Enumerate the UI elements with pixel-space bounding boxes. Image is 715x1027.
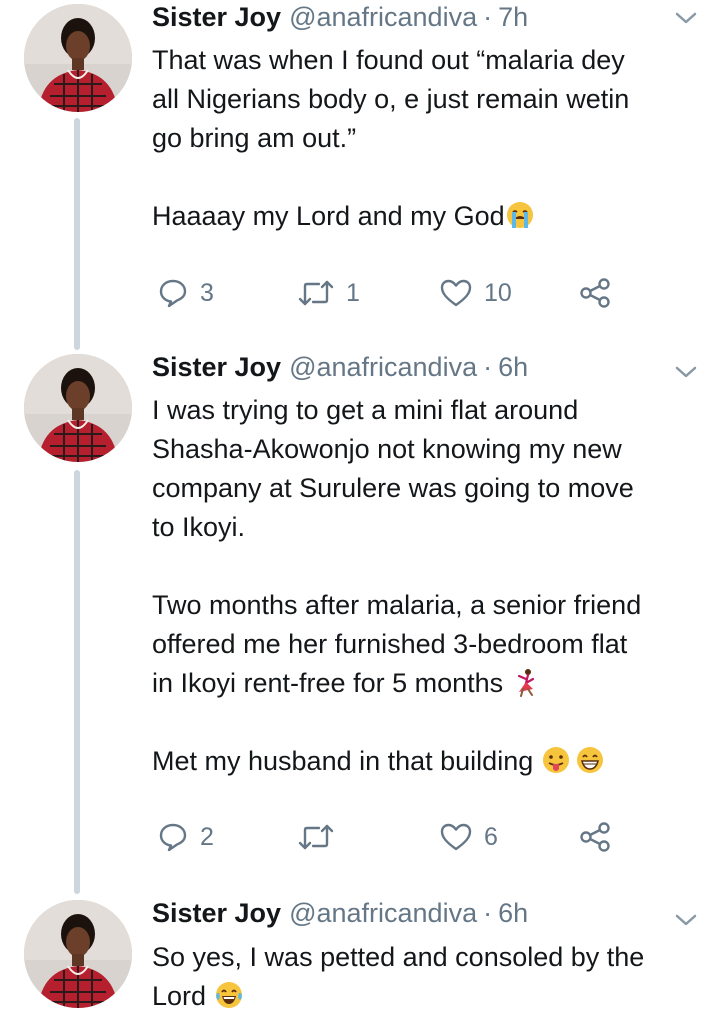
tweet-text-span: Lord: [152, 981, 207, 1011]
dancer-emoji-icon: [517, 669, 534, 697]
avatar-image: [24, 354, 132, 462]
tweet-text-line: go bring am out.”: [152, 123, 357, 153]
avatar-image: [24, 900, 132, 1008]
tweet-text-line: all Nigerians body o, e just remain weti…: [152, 84, 630, 114]
timestamp[interactable]: 6h: [498, 898, 528, 929]
like-count: 10: [484, 278, 512, 307]
timestamp[interactable]: 6h: [498, 352, 528, 383]
share-button[interactable]: [579, 273, 611, 313]
retweet-button[interactable]: 1: [298, 273, 360, 313]
avatar[interactable]: [24, 4, 132, 112]
tweet-text-line: I was trying to get a mini flat around: [152, 395, 579, 425]
chevron-down-icon[interactable]: [674, 912, 698, 928]
heart-icon: [440, 279, 472, 307]
separator-dot: ·: [483, 352, 493, 382]
reply-button[interactable]: 2: [158, 817, 214, 857]
avatar[interactable]: [24, 354, 132, 462]
tears-of-joy-emoji-icon: [215, 982, 242, 1008]
separator-dot: ·: [483, 898, 493, 928]
tweet-text-line: Met my husband in that building: [152, 742, 707, 781]
user-handle[interactable]: @anafricandiva: [289, 352, 477, 383]
tweet-text-gap: [152, 158, 707, 197]
grin-face-emoji-icon: [576, 747, 603, 773]
tweet-text-span: in Ikoyi rent-free for 5 months: [152, 668, 504, 698]
tweet-text-line: Shasha-Akowonjo not knowing my new: [152, 434, 622, 464]
user-handle[interactable]: @anafricandiva: [289, 898, 477, 929]
like-button[interactable]: 6: [440, 817, 498, 857]
tweet-text-line: Haaaay my Lord and my God: [152, 197, 707, 236]
tweet-text-span: Haaaay my Lord and my God: [152, 201, 505, 231]
retweet-icon: [298, 280, 334, 306]
user-handle[interactable]: @anafricandiva: [289, 2, 477, 33]
tweet-text-line: That was when I found out “malaria dey: [152, 45, 625, 75]
tweet-header: Sister Joy @anafricandiva · 6h: [152, 898, 528, 934]
tweet-text-line: in Ikoyi rent-free for 5 months: [152, 664, 707, 703]
tweet-text: I was trying to get a mini flat around S…: [152, 391, 707, 781]
avatar[interactable]: [24, 900, 132, 1008]
display-name[interactable]: Sister Joy: [152, 2, 281, 33]
tweet-header: Sister Joy @anafricandiva · 7h: [152, 2, 528, 38]
tweet-text-gap: [152, 703, 707, 742]
retweet-count: 1: [346, 278, 360, 307]
reply-button[interactable]: 3: [158, 273, 214, 313]
reply-count: 2: [200, 822, 214, 851]
retweet-button[interactable]: [298, 817, 346, 857]
separator-dot: ·: [483, 2, 493, 32]
reply-icon: [159, 279, 187, 308]
tweet-header: Sister Joy @anafricandiva · 6h: [152, 352, 528, 388]
tweet-actions: 2 6: [152, 817, 712, 857]
display-name[interactable]: Sister Joy: [152, 352, 281, 383]
tweet[interactable]: Sister Joy @anafricandiva · 6h So yes, I…: [0, 898, 715, 1027]
timestamp[interactable]: 7h: [498, 2, 528, 33]
tweet-text-line: offered me her furnished 3-bedroom flat: [152, 629, 628, 659]
heart-icon: [440, 823, 472, 851]
reply-count: 3: [200, 278, 214, 307]
avatar-image: [24, 4, 132, 112]
tweet-text-line: to Ikoyi.: [152, 512, 246, 542]
tweet[interactable]: Sister Joy @anafricandiva · 7h That was …: [0, 0, 715, 330]
share-icon: [580, 278, 610, 308]
like-count: 6: [484, 822, 498, 851]
tweet-actions: 3 1 10: [152, 273, 712, 313]
tweet-text-span: Met my husband in that building: [152, 746, 534, 776]
reply-icon: [159, 823, 187, 852]
share-button[interactable]: [579, 817, 611, 857]
tweet-text: So yes, I was petted and consoled by the…: [152, 938, 707, 1016]
tweet[interactable]: Sister Joy @anafricandiva · 6h I was try…: [0, 352, 715, 882]
like-button[interactable]: 10: [440, 273, 512, 313]
tweet-text-line: company at Surulere was going to move: [152, 473, 634, 503]
tweet-text-line: Lord: [152, 977, 707, 1016]
chevron-down-icon[interactable]: [674, 364, 698, 380]
share-icon: [580, 822, 610, 852]
tweet-text-line: So yes, I was petted and consoled by the: [152, 942, 645, 972]
chevron-down-icon[interactable]: [674, 10, 698, 26]
retweet-icon: [298, 824, 334, 850]
tweet-text: That was when I found out “malaria dey a…: [152, 41, 707, 236]
tweet-text-gap: [152, 547, 707, 586]
tweet-text-line: Two months after malaria, a senior frien…: [152, 590, 642, 620]
display-name[interactable]: Sister Joy: [152, 898, 281, 929]
crying-face-emoji-icon: [506, 202, 533, 228]
tongue-face-emoji-icon: [542, 747, 569, 773]
